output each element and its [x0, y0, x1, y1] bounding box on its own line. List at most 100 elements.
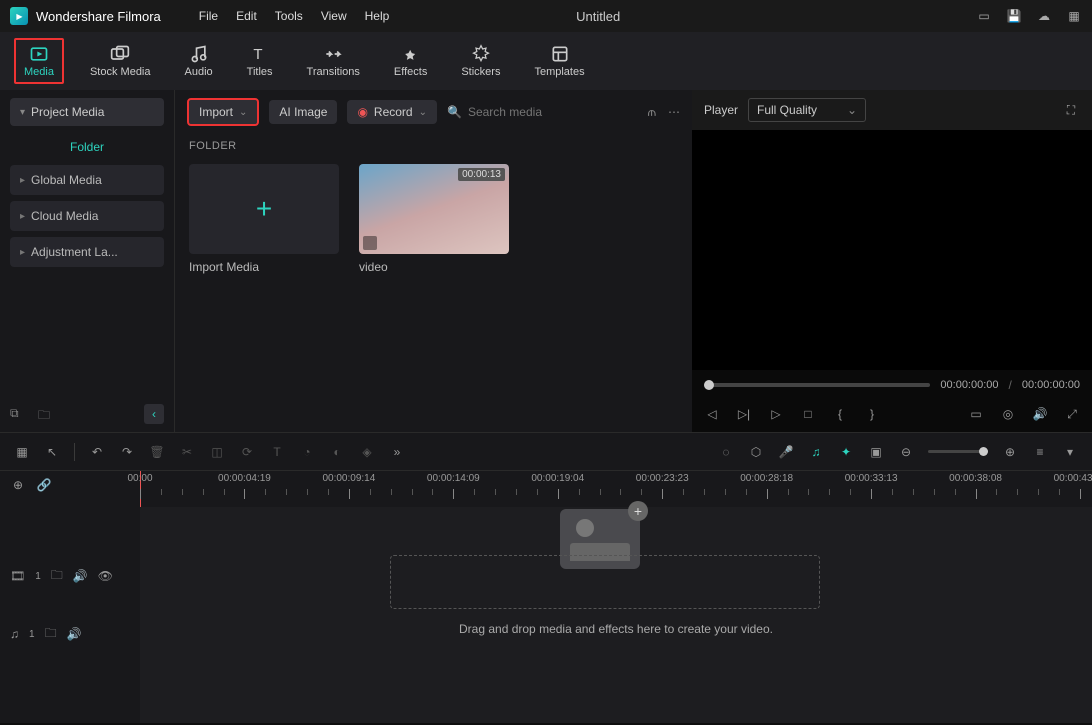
timeline-body: 🎞1 🗀 🔊 👁 ♫1 🗀 🔊 + Drag and drop media an…: [0, 507, 1092, 723]
sidebar-collapse-button[interactable]: ‹: [144, 404, 164, 424]
lock-icon[interactable]: 🗀: [51, 566, 63, 587]
search-media[interactable]: 🔍: [447, 105, 638, 119]
tab-audio[interactable]: Audio: [177, 40, 221, 82]
duration-badge: 00:00:13: [458, 168, 505, 181]
sidebar-item-global-media[interactable]: Global Media: [10, 165, 164, 195]
lock-icon[interactable]: 🗀: [45, 624, 57, 645]
sidebar-item-cloud-media[interactable]: Cloud Media: [10, 201, 164, 231]
sidebar-item-adjustment-layer[interactable]: Adjustment La...: [10, 237, 164, 267]
fullscreen-icon[interactable]: ⤢: [1064, 406, 1080, 422]
scrub-thumb[interactable]: [704, 380, 714, 390]
redo-icon[interactable]: ↷: [119, 444, 135, 460]
menu-edit[interactable]: Edit: [236, 9, 257, 23]
menu-file[interactable]: File: [199, 9, 218, 23]
tab-transitions-label: Transitions: [307, 66, 360, 78]
more-options-icon[interactable]: ⋯: [668, 105, 680, 119]
scrub-track[interactable]: [704, 383, 930, 387]
menu-help[interactable]: Help: [365, 9, 390, 23]
step-back-icon[interactable]: ▷|: [736, 406, 752, 422]
new-folder-icon[interactable]: 🗀: [38, 406, 54, 422]
add-track-icon[interactable]: ⊕: [10, 477, 26, 493]
undo-icon[interactable]: ↶: [89, 444, 105, 460]
select-tool-icon[interactable]: ↖: [44, 444, 60, 460]
mute-icon[interactable]: 🔊: [73, 569, 88, 583]
zoom-slider[interactable]: [928, 450, 988, 453]
cloud-upload-icon[interactable]: ☁: [1036, 8, 1052, 24]
dropzone[interactable]: [390, 555, 820, 609]
shield-icon[interactable]: ⬡: [748, 444, 764, 460]
visibility-icon[interactable]: 👁: [98, 569, 113, 583]
link-icon[interactable]: 🔗: [36, 477, 52, 493]
layout-icon[interactable]: ▦: [14, 444, 30, 460]
keyframe-icon[interactable]: ◈: [359, 444, 375, 460]
more-tools-icon[interactable]: »: [389, 444, 405, 460]
dropzone-plus-icon: +: [628, 501, 648, 521]
svg-text:T: T: [253, 46, 262, 63]
cut-icon[interactable]: ✂: [179, 444, 195, 460]
auto-beat-icon[interactable]: ✦: [838, 444, 854, 460]
tab-stickers[interactable]: Stickers: [453, 40, 508, 82]
video-track-head[interactable]: 🎞1 🗀 🔊 👁: [0, 547, 140, 605]
tracks-head: 🎞1 🗀 🔊 👁 ♫1 🗀 🔊: [0, 507, 140, 723]
ai-image-button[interactable]: AI Image: [269, 100, 337, 124]
grid-icon[interactable]: ▦: [1066, 8, 1082, 24]
project-media-dropdown[interactable]: ▾ Project Media: [10, 98, 164, 126]
quality-dropdown[interactable]: Full Quality: [748, 98, 866, 122]
player-controls: ◁ ▷| ▷ □ { } ▭ ◎ 🔊 ⤢: [692, 400, 1092, 432]
tab-stock-media[interactable]: Stock Media: [82, 40, 159, 82]
mixer-icon[interactable]: ♫: [808, 444, 824, 460]
speed-icon[interactable]: ⟳: [239, 444, 255, 460]
clip-type-icon: [363, 236, 377, 250]
play-icon[interactable]: ▷: [768, 406, 784, 422]
audio-track-head[interactable]: ♫1 🗀 🔊: [0, 605, 140, 663]
track-view-icon[interactable]: ≡: [1032, 444, 1048, 460]
folder-label[interactable]: Folder: [0, 132, 174, 162]
render-icon[interactable]: ▣: [868, 444, 884, 460]
menu-view[interactable]: View: [321, 9, 347, 23]
delete-icon[interactable]: 🗑: [149, 444, 165, 460]
record-button[interactable]: ◉ Record ⌄: [347, 100, 437, 124]
stop-icon[interactable]: □: [800, 406, 816, 422]
titles-icon: T: [249, 44, 271, 64]
search-input[interactable]: [468, 105, 588, 119]
color-icon[interactable]: ◔: [299, 444, 315, 460]
ruler-row: ⊕ 🔗 00:0000:00:04:1900:00:09:1400:00:14:…: [0, 471, 1092, 507]
filter-icon[interactable]: ⫙: [648, 105, 656, 120]
tracks-area[interactable]: + Drag and drop media and effects here t…: [140, 507, 1092, 723]
preview-area[interactable]: [692, 130, 1092, 370]
import-media-card[interactable]: + Import Media: [189, 164, 339, 274]
mark-out-icon[interactable]: }: [864, 406, 880, 422]
zoom-out-icon[interactable]: ⊖: [898, 444, 914, 460]
tab-templates[interactable]: Templates: [526, 40, 592, 82]
new-folder-plus-icon[interactable]: ⧉: [10, 406, 26, 422]
reframe-icon[interactable]: ◌: [718, 444, 734, 460]
zoom-in-icon[interactable]: ⊕: [1002, 444, 1018, 460]
tab-titles[interactable]: T Titles: [239, 40, 281, 82]
adjust-icon[interactable]: ◐: [329, 444, 345, 460]
save-icon[interactable]: 💾: [1006, 8, 1022, 24]
tab-effects[interactable]: Effects: [386, 40, 435, 82]
import-button[interactable]: Import ⌄: [187, 98, 259, 126]
ruler-label: 00:00:09:14: [322, 473, 375, 484]
menu-tools[interactable]: Tools: [275, 9, 303, 23]
video-media-card[interactable]: 00:00:13 video: [359, 164, 509, 274]
snapshot-icon[interactable]: ⛶: [1062, 101, 1080, 119]
ruler[interactable]: 00:0000:00:04:1900:00:09:1400:00:14:0900…: [140, 471, 1092, 507]
tab-titles-label: Titles: [247, 66, 273, 78]
volume-icon[interactable]: 🔊: [1032, 406, 1048, 422]
mute-icon[interactable]: 🔊: [67, 627, 82, 641]
camera-icon[interactable]: ◎: [1000, 406, 1016, 422]
mark-in-icon[interactable]: {: [832, 406, 848, 422]
crop-icon[interactable]: ◫: [209, 444, 225, 460]
mic-icon[interactable]: 🎤: [778, 444, 794, 460]
tab-transitions[interactable]: Transitions: [299, 40, 368, 82]
ruler-label: 00:00:33:13: [845, 473, 898, 484]
app-logo-area: Wondershare Filmora: [10, 7, 161, 25]
folder-heading: FOLDER: [175, 134, 692, 158]
device-icon[interactable]: ▭: [976, 8, 992, 24]
tab-media[interactable]: Media: [14, 38, 64, 84]
prev-frame-icon[interactable]: ◁: [704, 406, 720, 422]
track-dropdown-icon[interactable]: ▾: [1062, 444, 1078, 460]
display-icon[interactable]: ▭: [968, 406, 984, 422]
text-tool-icon[interactable]: T: [269, 444, 285, 460]
